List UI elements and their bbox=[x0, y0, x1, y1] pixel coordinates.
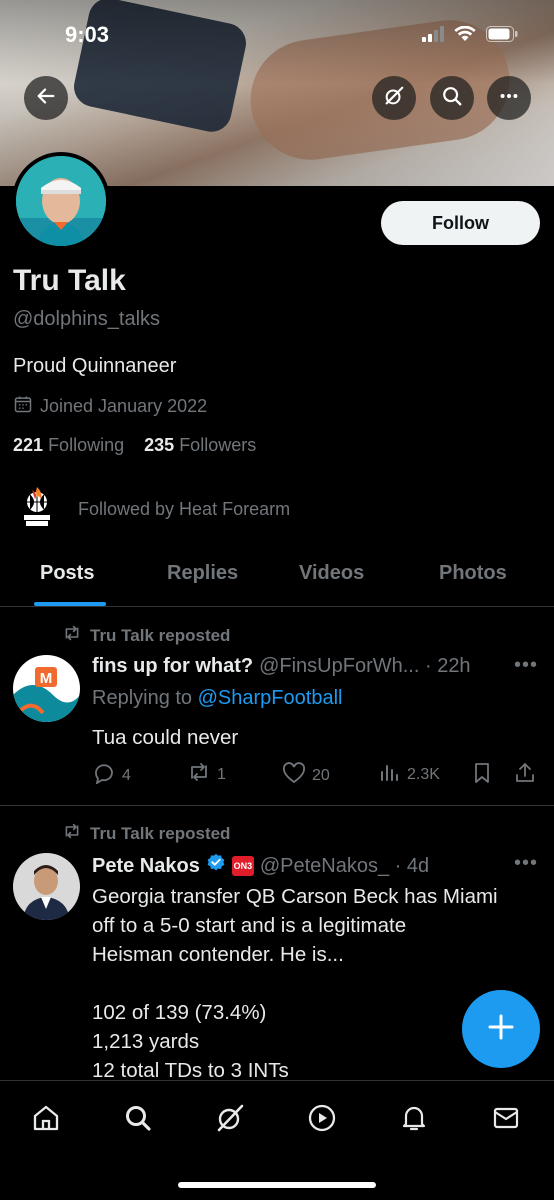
replying-handle[interactable]: @SharpFootball bbox=[198, 687, 343, 709]
followed-by[interactable]: Followed by Heat Forearm bbox=[18, 485, 290, 534]
followers-count: 235 bbox=[144, 435, 175, 455]
post-more-button[interactable]: ••• bbox=[514, 654, 538, 677]
grok-icon bbox=[214, 1102, 246, 1139]
post-text-line: Heisman contender. He is... bbox=[92, 943, 344, 966]
more-horizontal-icon: ••• bbox=[513, 852, 538, 874]
repost-label: Tru Talk reposted bbox=[62, 823, 230, 844]
reply-icon bbox=[92, 762, 116, 789]
more-options-button[interactable] bbox=[487, 76, 531, 120]
repost-icon bbox=[187, 762, 211, 787]
post-text-line bbox=[92, 969, 542, 998]
home-icon bbox=[31, 1103, 61, 1138]
replying-prefix: Replying to bbox=[92, 687, 198, 709]
follow-button[interactable]: Follow bbox=[381, 201, 540, 245]
search-icon bbox=[441, 85, 463, 112]
nav-home[interactable] bbox=[29, 1103, 63, 1137]
author-name[interactable]: fins up for what? bbox=[92, 655, 253, 678]
share-button[interactable] bbox=[514, 762, 536, 789]
followers-link[interactable]: 235 Followers bbox=[144, 435, 256, 455]
nav-grok[interactable] bbox=[213, 1103, 247, 1137]
like-button[interactable]: 20 bbox=[282, 762, 330, 789]
back-button[interactable] bbox=[24, 76, 68, 120]
views-button[interactable]: 2.3K bbox=[379, 762, 440, 787]
author-name[interactable]: Pete Nakos bbox=[92, 855, 200, 878]
repost-text: Tru Talk reposted bbox=[90, 625, 231, 645]
more-horizontal-icon: ••• bbox=[513, 654, 538, 676]
play-circle-icon bbox=[307, 1103, 337, 1138]
post-more-button[interactable]: ••• bbox=[514, 852, 538, 875]
repost-text: Tru Talk reposted bbox=[90, 823, 231, 843]
author-avatar[interactable] bbox=[13, 853, 80, 920]
followed-by-text: Followed by Heat Forearm bbox=[78, 499, 291, 519]
post-text-line: off to a 5-0 start and is a legitimate bbox=[92, 914, 407, 937]
status-time: 9:03 bbox=[65, 22, 110, 47]
post-actions: 4 1 20 2.3K bbox=[92, 762, 542, 788]
following-link[interactable]: 221 Following bbox=[13, 435, 124, 455]
bookmark-button[interactable] bbox=[472, 762, 492, 789]
profile-handle: @dolphins_talks bbox=[13, 308, 161, 330]
profile-avatar[interactable] bbox=[12, 152, 110, 250]
author-meta: @PeteNakos_ · 4d bbox=[259, 854, 430, 877]
views-icon bbox=[379, 762, 401, 787]
heart-icon bbox=[282, 762, 306, 789]
following-count: 221 bbox=[13, 435, 44, 455]
grok-button[interactable] bbox=[372, 76, 416, 120]
profile-bio: Proud Quinnaneer bbox=[13, 355, 177, 377]
tab-videos[interactable]: Videos bbox=[299, 562, 364, 585]
heat-logo-icon bbox=[18, 485, 56, 534]
joined-text: Joined January 2022 bbox=[40, 396, 208, 416]
mail-icon bbox=[491, 1103, 521, 1138]
signal-icon bbox=[422, 26, 444, 47]
profile-name: Tru Talk bbox=[13, 264, 126, 297]
search-button[interactable] bbox=[430, 76, 474, 120]
compose-post-button[interactable] bbox=[462, 990, 540, 1068]
tab-replies[interactable]: Replies bbox=[167, 562, 238, 585]
calendar-icon bbox=[13, 394, 33, 419]
verified-badge-icon bbox=[206, 853, 226, 879]
plus-icon bbox=[486, 1012, 516, 1047]
like-count: 20 bbox=[312, 766, 330, 784]
more-horizontal-icon bbox=[498, 85, 520, 112]
reply-button[interactable]: 4 bbox=[92, 762, 131, 789]
search-icon bbox=[123, 1103, 153, 1138]
nav-messages[interactable] bbox=[489, 1103, 523, 1137]
grok-icon bbox=[383, 85, 405, 112]
post-header: Pete Nakos ON3 @PeteNakos_ · 4d bbox=[92, 853, 429, 879]
bell-icon bbox=[399, 1103, 429, 1138]
replying-to: Replying to @SharpFootball bbox=[92, 687, 342, 710]
author-meta: @FinsUpForWh... · 22h bbox=[259, 655, 471, 677]
repost-button[interactable]: 1 bbox=[187, 762, 226, 787]
repost-icon bbox=[62, 823, 82, 844]
post-item[interactable]: Tru Talk reposted M fins up for what? @F… bbox=[0, 608, 554, 805]
nav-search[interactable] bbox=[121, 1103, 155, 1137]
wifi-icon bbox=[454, 25, 476, 47]
affiliate-badge: ON3 bbox=[231, 856, 254, 876]
active-tab-indicator bbox=[34, 602, 106, 606]
nav-notifications[interactable] bbox=[397, 1103, 431, 1137]
battery-icon bbox=[486, 26, 518, 47]
post-text-line: Georgia transfer QB Carson Beck has Miam… bbox=[92, 885, 498, 908]
svg-text:M: M bbox=[40, 670, 53, 687]
follow-stats: 221 Following 235 Followers bbox=[13, 435, 256, 456]
author-avatar[interactable]: M bbox=[13, 655, 80, 722]
arrow-left-icon bbox=[35, 85, 57, 112]
tab-photos[interactable]: Photos bbox=[439, 562, 507, 585]
status-bar: 9:03 bbox=[0, 22, 554, 52]
views-count: 2.3K bbox=[407, 765, 440, 783]
post-header: fins up for what? @FinsUpForWh... · 22h bbox=[92, 655, 471, 678]
post-text: Tua could never bbox=[92, 726, 239, 749]
following-label: Following bbox=[48, 435, 125, 455]
tab-posts[interactable]: Posts bbox=[40, 562, 94, 585]
bookmark-icon bbox=[472, 762, 492, 789]
share-icon bbox=[514, 762, 536, 789]
nav-video[interactable] bbox=[305, 1103, 339, 1137]
followers-label: Followers bbox=[179, 435, 257, 455]
home-indicator[interactable] bbox=[178, 1182, 376, 1188]
joined-date: Joined January 2022 bbox=[13, 394, 207, 419]
repost-count: 1 bbox=[217, 765, 226, 783]
repost-label: Tru Talk reposted bbox=[62, 625, 230, 646]
repost-icon bbox=[62, 625, 82, 646]
profile-tabs: Posts Replies Videos Photos bbox=[0, 552, 554, 607]
reply-count: 4 bbox=[122, 766, 131, 784]
